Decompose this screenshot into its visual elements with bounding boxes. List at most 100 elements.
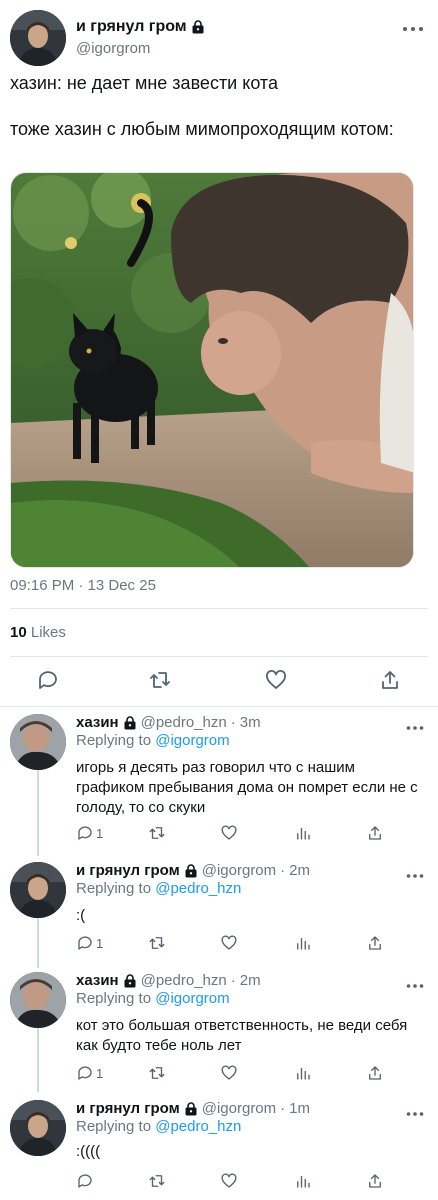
reply-time[interactable]: 3m xyxy=(240,714,261,731)
replying-to: Replying to @pedro_hzn xyxy=(76,1118,241,1135)
reply-tweet[interactable]: и грянул гром @igorgrom · 2m Replying to… xyxy=(0,862,438,962)
retweet-icon[interactable] xyxy=(148,1064,166,1082)
author-handle[interactable]: @igorgrom xyxy=(202,862,276,879)
lock-icon xyxy=(184,1101,198,1116)
separator: · xyxy=(230,714,236,731)
avatar[interactable] xyxy=(10,1100,66,1156)
reply-text: игорь я десять раз говорил что с нашим г… xyxy=(76,759,418,816)
tweet-text: хазин: не дает мне завести кота тоже хаз… xyxy=(10,73,394,139)
reply-header: и грянул гром @igorgrom · 2m xyxy=(76,862,310,879)
lock-icon xyxy=(184,863,198,878)
reply-header: хазин @pedro_hzn · 3m xyxy=(76,714,261,731)
reply-icon[interactable] xyxy=(36,668,60,692)
tweet-photo[interactable] xyxy=(10,172,414,568)
more-icon[interactable] xyxy=(406,866,424,878)
retweet-icon[interactable] xyxy=(148,824,166,842)
reply-actions: 1 xyxy=(76,824,396,844)
author-handle[interactable]: @igorgrom xyxy=(202,1100,276,1117)
retweet-icon[interactable] xyxy=(148,934,166,952)
reply-icon[interactable] xyxy=(76,1172,94,1190)
mention-link[interactable]: @pedro_hzn xyxy=(155,1118,241,1135)
divider xyxy=(0,706,438,707)
main-tweet-actions xyxy=(0,668,438,696)
like-icon[interactable] xyxy=(220,1172,238,1190)
like-icon[interactable] xyxy=(220,934,238,952)
like-icon[interactable] xyxy=(220,824,238,842)
separator: · xyxy=(230,972,236,989)
replying-to: Replying to @igorgrom xyxy=(76,990,230,1007)
reply-text: кот это большая ответственность, не веди… xyxy=(76,1017,408,1054)
share-icon[interactable] xyxy=(366,1064,384,1082)
separator: · xyxy=(280,862,286,879)
more-icon[interactable] xyxy=(406,718,424,730)
reply-time[interactable]: 2m xyxy=(289,862,310,879)
lock-icon xyxy=(191,20,205,34)
avatar[interactable] xyxy=(10,714,66,770)
share-icon[interactable] xyxy=(366,934,384,952)
like-icon[interactable] xyxy=(220,1064,238,1082)
replying-prefix: Replying to xyxy=(76,990,152,1007)
reply-button[interactable]: 1 xyxy=(76,1064,103,1082)
like-icon[interactable] xyxy=(264,668,288,692)
more-icon[interactable] xyxy=(406,976,424,988)
divider xyxy=(10,608,428,609)
mention-link[interactable]: @pedro_hzn xyxy=(155,880,241,897)
author-name[interactable]: хазин xyxy=(76,714,119,731)
reply-time[interactable]: 2m xyxy=(240,972,261,989)
analytics-icon[interactable] xyxy=(294,824,312,842)
avatar[interactable] xyxy=(10,862,66,918)
main-tweet-header: и грянул гром @igorgrom xyxy=(10,10,428,66)
reply-count: 1 xyxy=(96,1065,104,1081)
share-icon[interactable] xyxy=(366,1172,384,1190)
retweet-icon[interactable] xyxy=(148,668,172,692)
reply-count: 1 xyxy=(96,935,104,951)
replying-prefix: Replying to xyxy=(76,1118,152,1135)
analytics-icon[interactable] xyxy=(294,1172,312,1190)
mention-link[interactable]: @igorgrom xyxy=(155,990,229,1007)
mention-link[interactable]: @igorgrom xyxy=(155,732,229,749)
reply-header: и грянул гром @igorgrom · 1m xyxy=(76,1100,310,1117)
reply-tweet[interactable]: и грянул гром @igorgrom · 1m Replying to… xyxy=(0,1100,438,1196)
share-icon[interactable] xyxy=(378,668,402,692)
replying-prefix: Replying to xyxy=(76,732,152,749)
divider xyxy=(10,656,428,657)
reply-tweet[interactable]: хазин @pedro_hzn · 3m Replying to @igorg… xyxy=(0,714,438,854)
author-name[interactable]: и грянул гром xyxy=(76,18,187,36)
reply-icon xyxy=(78,826,92,840)
separator: · xyxy=(280,1100,286,1117)
reply-tweet[interactable]: хазин @pedro_hzn · 2m Replying to @igorg… xyxy=(0,972,438,1092)
reply-actions: 1 xyxy=(76,934,396,954)
author-handle[interactable]: @pedro_hzn xyxy=(141,714,227,731)
author-name[interactable]: и грянул гром xyxy=(76,862,180,879)
reply-button[interactable]: 1 xyxy=(76,934,103,952)
reply-button[interactable]: 1 xyxy=(76,824,103,842)
retweet-icon[interactable] xyxy=(148,1172,166,1190)
reply-actions xyxy=(76,1172,396,1192)
author-name-row: и грянул гром xyxy=(76,18,205,36)
avatar[interactable] xyxy=(10,10,66,66)
likes-count: 10 xyxy=(10,624,27,641)
reply-header: хазин @pedro_hzn · 2m xyxy=(76,972,261,989)
share-icon[interactable] xyxy=(366,824,384,842)
more-icon[interactable] xyxy=(406,1104,424,1116)
reply-text: :(((( xyxy=(76,1143,101,1160)
lock-icon xyxy=(123,973,137,988)
author-name[interactable]: хазин xyxy=(76,972,119,989)
replying-to: Replying to @pedro_hzn xyxy=(76,880,241,897)
author-name[interactable]: и грянул гром xyxy=(76,1100,180,1117)
reply-count: 1 xyxy=(96,825,104,841)
avatar[interactable] xyxy=(10,972,66,1028)
more-icon[interactable] xyxy=(402,20,424,31)
author-handle[interactable]: @pedro_hzn xyxy=(141,972,227,989)
reply-actions: 1 xyxy=(76,1064,396,1084)
reply-icon xyxy=(78,1066,92,1080)
analytics-icon[interactable] xyxy=(294,934,312,952)
reply-time[interactable]: 1m xyxy=(289,1100,310,1117)
replying-to: Replying to @igorgrom xyxy=(76,732,230,749)
likes-count-row[interactable]: 10 Likes xyxy=(10,624,66,641)
author-handle[interactable]: @igorgrom xyxy=(76,40,150,57)
analytics-icon[interactable] xyxy=(294,1064,312,1082)
lock-icon xyxy=(123,715,137,730)
reply-text: :( xyxy=(76,907,86,924)
tweet-timestamp[interactable]: 09:16 PM · 13 Dec 25 xyxy=(10,577,156,594)
